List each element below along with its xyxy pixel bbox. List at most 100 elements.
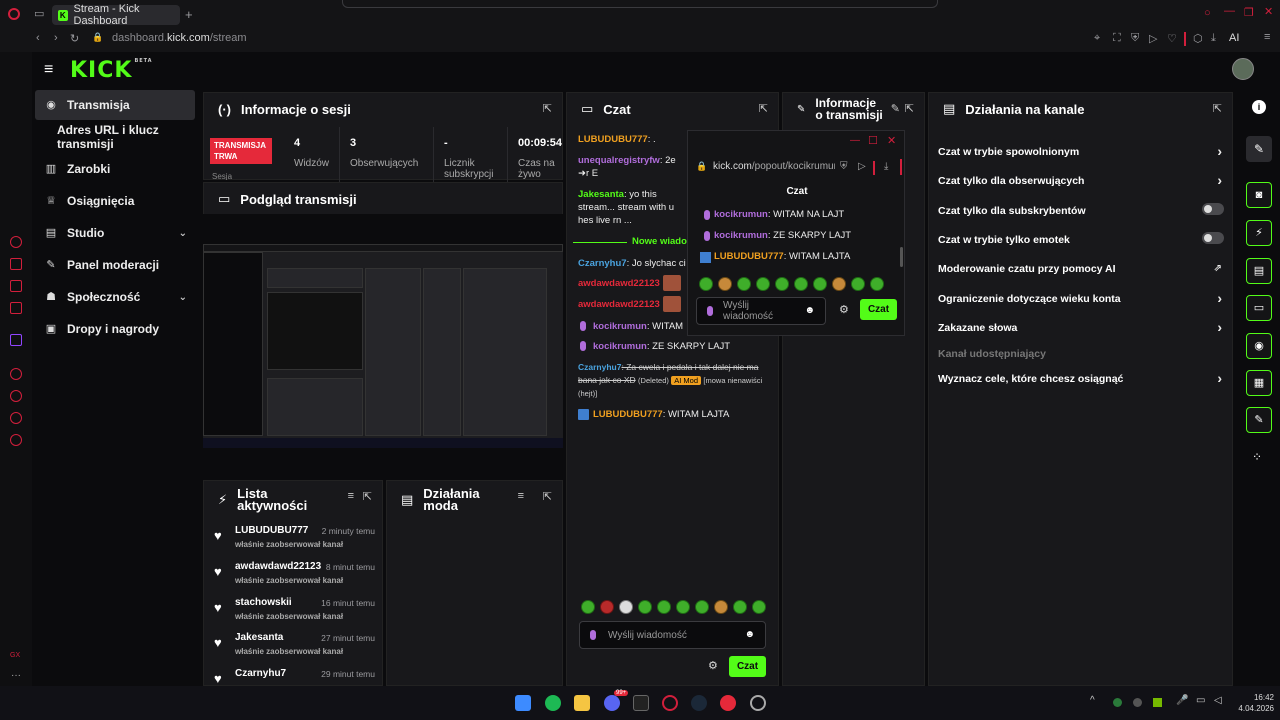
stream-preview[interactable] bbox=[203, 214, 563, 478]
nav-dropy[interactable]: ▣ Dropy i nagrody bbox=[35, 314, 195, 344]
history-icon[interactable] bbox=[10, 390, 22, 402]
action-followers-only[interactable]: Czat tylko dla obserwujących › bbox=[938, 172, 1224, 188]
popout-send-button[interactable]: Czat bbox=[860, 299, 897, 320]
search-pill[interactable] bbox=[342, 0, 938, 8]
emote[interactable] bbox=[676, 600, 690, 614]
kick-logo[interactable]: KICK BETA bbox=[70, 58, 153, 83]
minimize-icon[interactable]: — bbox=[850, 135, 860, 146]
emoji-icon[interactable]: ☻ bbox=[744, 629, 755, 640]
discord-icon[interactable] bbox=[604, 695, 620, 711]
settings-icon[interactable] bbox=[10, 434, 22, 446]
chat-username[interactable]: awdawdawd22123 bbox=[578, 299, 660, 310]
chat-username[interactable]: kocikrumun bbox=[714, 230, 768, 241]
emoji-icon[interactable]: ☻ bbox=[804, 305, 815, 316]
emote[interactable] bbox=[775, 277, 789, 291]
chat-username[interactable]: Czarnyhu7 bbox=[578, 258, 627, 269]
emote[interactable] bbox=[752, 600, 766, 614]
popout-url[interactable]: kick.com/popout/kocikrumun bbox=[713, 161, 835, 172]
chat-username[interactable]: Czarnyhu7 bbox=[578, 362, 621, 372]
pin-icon[interactable]: ⌖ bbox=[1094, 32, 1100, 45]
emote[interactable] bbox=[733, 600, 747, 614]
popout-icon[interactable]: ⇱ bbox=[905, 102, 914, 115]
popout-icon[interactable]: ⇱ bbox=[1213, 102, 1222, 115]
opera-logo-icon[interactable] bbox=[8, 8, 20, 20]
emote[interactable] bbox=[756, 277, 770, 291]
emote[interactable] bbox=[695, 600, 709, 614]
shield-icon[interactable]: ⛨ bbox=[840, 161, 848, 172]
emote[interactable] bbox=[581, 600, 595, 614]
chat-username[interactable]: LUBUDUBU777 bbox=[578, 134, 648, 145]
restore-icon[interactable]: ❐ bbox=[1244, 6, 1254, 19]
forward-icon[interactable]: › bbox=[54, 32, 58, 44]
instagram-icon[interactable] bbox=[10, 302, 22, 314]
chat-username[interactable]: Jakesanta bbox=[578, 189, 624, 200]
hamburger-icon[interactable]: ≡ bbox=[44, 61, 53, 79]
chat-username[interactable]: LUBUDUBU777 bbox=[593, 409, 663, 420]
browser-tab[interactable]: K Stream - Kick Dashboard bbox=[52, 3, 180, 27]
url-field[interactable]: dashboard.kick.com/stream bbox=[112, 32, 247, 44]
emote[interactable] bbox=[737, 277, 751, 291]
emote[interactable] bbox=[851, 277, 865, 291]
emote[interactable] bbox=[600, 600, 614, 614]
extensions-icon[interactable] bbox=[10, 412, 22, 424]
filter-icon[interactable]: ≡ bbox=[348, 490, 354, 502]
emote[interactable] bbox=[619, 600, 633, 614]
minimize-icon[interactable]: — bbox=[1224, 5, 1235, 17]
action-ai-moderation[interactable]: Moderowanie czatu przy pomocy AI ⇗ bbox=[938, 263, 1224, 275]
chat-send-button[interactable]: Czat bbox=[729, 656, 766, 677]
chat-username[interactable]: kocikrumun bbox=[714, 209, 768, 220]
edit-layout-icon[interactable]: ✎ bbox=[1246, 136, 1272, 162]
tray-app-icon[interactable] bbox=[1113, 698, 1122, 707]
subs-only-toggle[interactable] bbox=[1202, 203, 1224, 215]
download-icon[interactable]: ⤓ bbox=[884, 161, 888, 172]
chat-username[interactable]: LUBUDUBU777 bbox=[714, 251, 784, 262]
nav-transmisja[interactable]: ◉ Transmisja bbox=[35, 90, 195, 120]
camera-icon[interactable]: ◙ bbox=[1246, 182, 1272, 208]
emote[interactable] bbox=[638, 600, 652, 614]
twitch-icon[interactable] bbox=[10, 334, 22, 346]
action-banned-words[interactable]: Zakazane słowa › bbox=[938, 319, 1224, 335]
player-icon[interactable] bbox=[10, 368, 22, 380]
spotify-icon[interactable] bbox=[545, 695, 561, 711]
info-icon[interactable]: i bbox=[1252, 100, 1266, 114]
apps-icon[interactable]: ⁘ bbox=[1252, 450, 1262, 464]
chat-username[interactable]: unequalregistryfw bbox=[578, 155, 660, 166]
popout-icon[interactable]: ⇱ bbox=[543, 102, 552, 115]
clock[interactable]: 16:42 4.04.2026 bbox=[1234, 692, 1274, 714]
broadcast-icon[interactable]: ◉ bbox=[1246, 333, 1272, 359]
new-tab-button[interactable]: + bbox=[185, 7, 193, 22]
ai-icon[interactable] bbox=[10, 258, 22, 270]
reload-icon[interactable]: ↻ bbox=[70, 32, 79, 45]
more-icon[interactable]: ··· bbox=[11, 670, 21, 681]
print-icon[interactable]: ▦ bbox=[1246, 370, 1272, 396]
chat-username[interactable]: kocikrumun bbox=[593, 321, 647, 332]
emote-only-toggle[interactable] bbox=[1202, 232, 1224, 244]
maximize-icon[interactable]: ☐ bbox=[868, 134, 878, 147]
nvidia-icon[interactable] bbox=[1153, 698, 1162, 707]
windows-start-icon[interactable] bbox=[515, 695, 531, 711]
tray-app-icon[interactable] bbox=[1133, 698, 1142, 707]
emote[interactable] bbox=[714, 600, 728, 614]
chat-username[interactable]: awdawdawd22123 bbox=[578, 278, 660, 289]
file-explorer-icon[interactable] bbox=[574, 695, 590, 711]
nav-zarobki[interactable]: ▥ Zarobki bbox=[35, 154, 195, 184]
shield-icon[interactable]: ⛨ bbox=[1131, 32, 1139, 45]
scrollbar[interactable] bbox=[900, 247, 903, 267]
wrench-icon[interactable]: ✎ bbox=[1246, 407, 1272, 433]
action-goals[interactable]: Wyznacz cele, które chcesz osiągnąć › bbox=[938, 370, 1224, 386]
edit-icon[interactable]: ✎ bbox=[891, 102, 900, 115]
search-icon[interactable]: ○ bbox=[1204, 7, 1211, 19]
emote[interactable] bbox=[794, 277, 808, 291]
close-icon[interactable]: ✕ bbox=[887, 134, 896, 147]
popout-icon[interactable]: ⇱ bbox=[543, 490, 552, 503]
download-icon[interactable]: ⤓ bbox=[1211, 32, 1216, 45]
back-icon[interactable]: ‹ bbox=[36, 32, 40, 44]
epic-games-icon[interactable] bbox=[633, 695, 649, 711]
nav-panel-moderacji[interactable]: ✎ Panel moderacji bbox=[35, 250, 195, 280]
action-slow-mode[interactable]: Czat w trybie spowolnionym › bbox=[938, 143, 1224, 159]
tray-chevron-icon[interactable]: ^ bbox=[1090, 695, 1095, 706]
microphone-icon[interactable]: 🎤 bbox=[1176, 695, 1188, 706]
settings-gear-icon[interactable]: ⚙ bbox=[708, 659, 718, 672]
action-account-age[interactable]: Ograniczenie dotyczące wieku konta › bbox=[938, 290, 1224, 306]
avatar[interactable] bbox=[1232, 58, 1254, 80]
